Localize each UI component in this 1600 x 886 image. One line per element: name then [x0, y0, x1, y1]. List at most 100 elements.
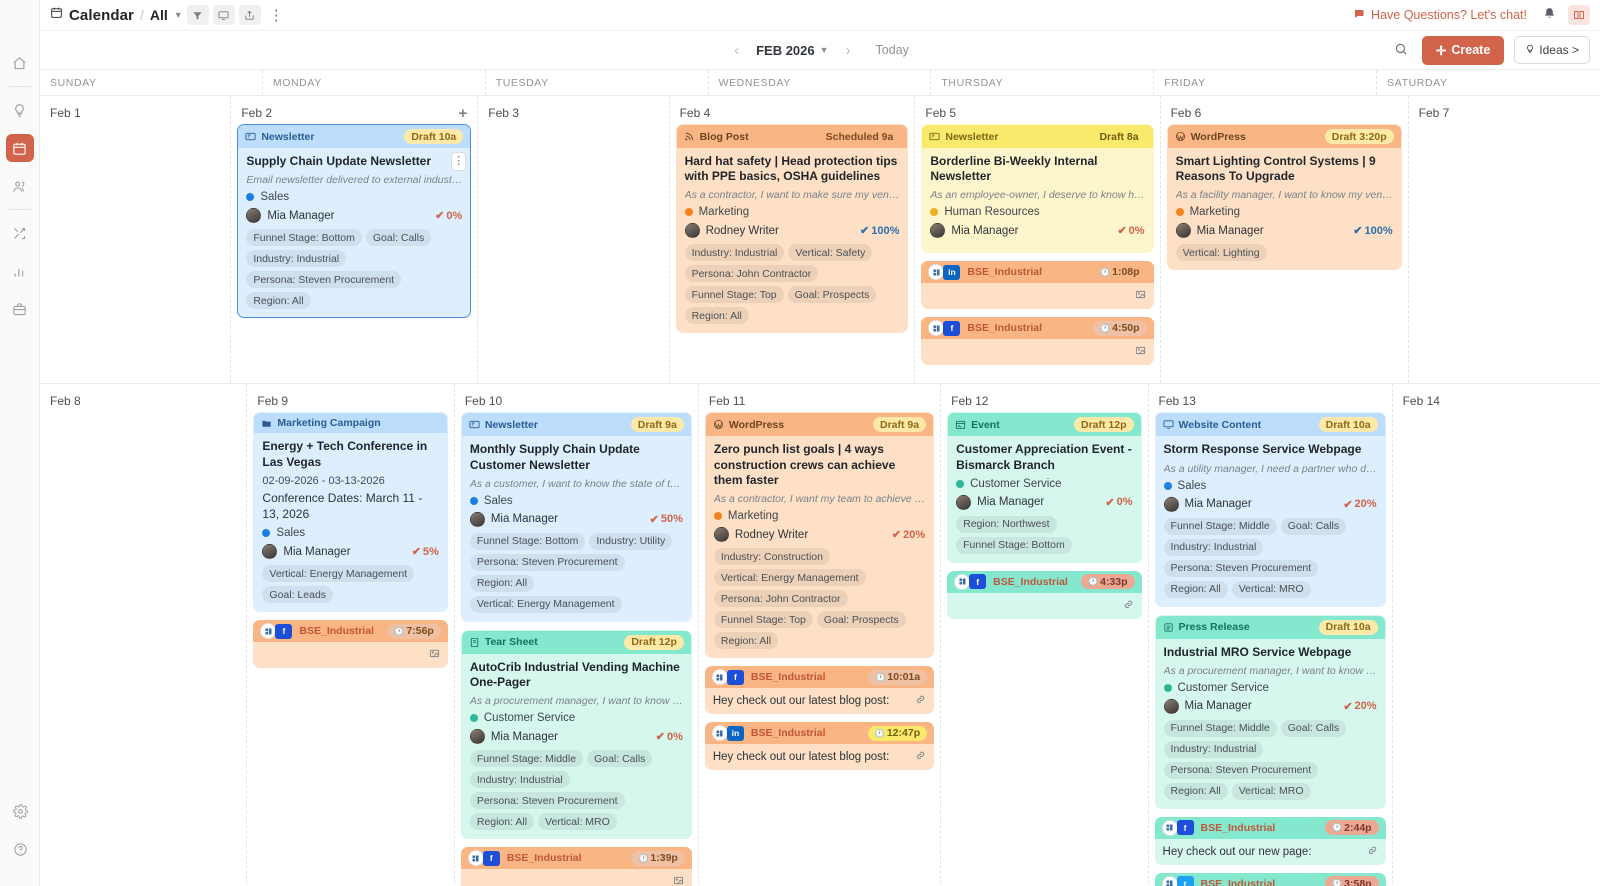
content-card[interactable]: Press ReleaseDraft 10aIndustrial MRO Ser… [1155, 615, 1386, 809]
sidebar-item-people[interactable] [6, 172, 34, 200]
sidebar-item-home[interactable] [6, 49, 34, 77]
more-options-icon[interactable]: ⋮ [269, 6, 284, 24]
help-icon[interactable] [6, 835, 34, 863]
ideas-button[interactable]: Ideas > [1514, 36, 1590, 64]
card-title: Hard hat safety | Head protection tips w… [685, 154, 900, 184]
social-post-card[interactable]: fBSE_Industrial🕐10:01aHey check out our … [705, 666, 934, 714]
content-card[interactable]: Blog PostScheduled 9aHard hat safety | H… [676, 124, 909, 333]
notifications-icon[interactable] [1543, 7, 1556, 23]
guide-book-icon[interactable] [1568, 5, 1590, 25]
social-post-card[interactable]: fBSE_Industrial🕐7:56p [253, 620, 447, 668]
channel-label: Sales [260, 191, 289, 203]
filter-icon[interactable] [187, 5, 209, 25]
social-post-card[interactable]: fBSE_Industrial🕐4:33p [947, 571, 1141, 619]
avatar [956, 495, 971, 510]
breadcrumb-separator: / [140, 7, 144, 23]
content-card[interactable]: Website ContentDraft 10aStorm Response S… [1155, 412, 1386, 606]
assignee-name: Mia Manager [283, 546, 405, 558]
settings-icon[interactable] [6, 797, 34, 825]
social-post-card[interactable]: inBSE_Industrial🕐12:47pHey check out our… [705, 722, 934, 770]
day-name: FRIDAY [1164, 77, 1366, 89]
content-card[interactable]: NewsletterDraft 9aMonthly Supply Chain U… [461, 412, 692, 621]
content-card[interactable]: WordPressDraft 3:20pSmart Lighting Contr… [1167, 124, 1402, 270]
card-header: Press ReleaseDraft 10a [1156, 616, 1385, 639]
tag-list: Funnel Stage: BottomGoal: CallsIndustry:… [246, 229, 462, 309]
day-number: Feb 2 [241, 106, 272, 120]
lightbulb-icon [1525, 43, 1535, 57]
tag: Vertical: Energy Management [714, 569, 866, 586]
today-button[interactable]: Today [876, 43, 909, 57]
social-account: tBSE_Industrial [1162, 876, 1276, 886]
day-name: THURSDAY [941, 77, 1143, 89]
channel-label: Human Resources [944, 206, 1039, 218]
sidebar-item-calendar[interactable] [6, 134, 34, 162]
day-cell[interactable]: Feb 11WordPressDraft 9aZero punch list g… [699, 384, 941, 886]
content-card[interactable]: Tear SheetDraft 12pAutoCrib Industrial V… [461, 630, 692, 839]
day-cell[interactable]: Feb 13Website ContentDraft 10aStorm Resp… [1149, 384, 1393, 886]
sidebar-item-ideas[interactable] [6, 96, 34, 124]
day-cell[interactable]: Feb 8 [40, 384, 247, 886]
chat-link[interactable]: Have Questions? Let's chat! [1353, 8, 1527, 23]
social-post-card[interactable]: inBSE_Industrial🕐1:08p [921, 261, 1153, 309]
content-card[interactable]: WordPressDraft 9aZero punch list goals |… [705, 412, 934, 658]
content-card[interactable]: NewsletterDraft 10aSupply Chain Update N… [237, 124, 471, 318]
day-cell[interactable]: Feb 2 + NewsletterDraft 10aSupply Chain Up… [231, 96, 478, 383]
social-account: fBSE_Industrial [468, 850, 582, 866]
tag: Vertical: MRO [1232, 581, 1311, 598]
social-post-card[interactable]: fBSE_Industrial 🕐1:39p [461, 847, 692, 886]
account-avatar [1162, 876, 1178, 886]
day-cell[interactable]: Feb 5NewsletterDraft 8aBorderline Bi-Wee… [915, 96, 1160, 383]
day-number: Feb 1 [50, 106, 81, 120]
tag: Region: All [470, 813, 534, 830]
social-post-card[interactable]: fBSE_Industrial🕐2:44pHey check out our n… [1155, 817, 1386, 865]
search-icon[interactable] [1390, 40, 1412, 61]
card-more-icon[interactable]: ⋮ [451, 152, 466, 171]
breadcrumb-view[interactable]: All [150, 7, 168, 23]
day-header-thursday: THURSDAY [931, 70, 1154, 95]
day-cell[interactable]: Feb 1 [40, 96, 231, 383]
day-cell[interactable]: Feb 4Blog PostScheduled 9aHard hat safet… [670, 96, 916, 383]
display-icon[interactable] [213, 5, 235, 25]
sidebar-item-briefcase[interactable] [6, 295, 34, 323]
progress-percent: ✔0% [435, 209, 462, 222]
card-header: EventDraft 12p [948, 413, 1140, 436]
content-card[interactable]: NewsletterDraft 8aBorderline Bi-Weekly I… [921, 124, 1153, 253]
day-number-row: Feb 14 [1399, 390, 1594, 412]
day-cell[interactable]: Feb 6 WordPressDraft 3:20pSmart Lighting … [1161, 96, 1409, 383]
clock-icon: 🕐 [875, 673, 885, 682]
status-badge: Scheduled 9a [819, 129, 901, 144]
day-cell[interactable]: Feb 7 [1409, 96, 1600, 383]
card-type: Newsletter [469, 419, 538, 431]
progress-percent: ✔20% [892, 528, 925, 541]
day-cell[interactable]: Feb 12EventDraft 12pCustomer Appreciatio… [941, 384, 1148, 886]
assignee-name: Rodney Writer [706, 225, 854, 237]
chevron-down-icon: ▼ [820, 45, 829, 55]
day-cell[interactable]: Feb 9Marketing CampaignEnergy + Tech Con… [247, 384, 454, 886]
assignee-row: Mia Manager✔0% [956, 495, 1132, 510]
assignee-name: Mia Manager [1197, 225, 1348, 237]
day-cell[interactable]: Feb 10NewsletterDraft 9aMonthly Supply C… [455, 384, 699, 886]
chevron-down-icon[interactable]: ▼ [174, 10, 183, 20]
time-label: 4:33p [1100, 576, 1127, 588]
prev-month-button[interactable]: ‹ [731, 42, 742, 59]
progress-percent: ✔5% [412, 545, 439, 558]
day-cell[interactable]: Feb 3 [478, 96, 669, 383]
card-subtitle: As a customer, I want to know the state … [470, 478, 683, 490]
next-month-button[interactable]: › [843, 42, 854, 59]
sidebar-item-workflow[interactable] [6, 219, 34, 247]
social-post-card[interactable]: fBSE_Industrial🕐4:50p [921, 317, 1153, 365]
add-event-button[interactable]: + [459, 105, 468, 122]
social-post-card[interactable]: tBSE_Industrial🕐3:58pHey check out our n… [1155, 873, 1386, 886]
create-button[interactable]: ✛ Create [1422, 36, 1504, 65]
social-account: inBSE_Industrial [928, 264, 1042, 280]
sidebar-item-analytics[interactable] [6, 257, 34, 285]
day-cell[interactable]: Feb 14 [1393, 384, 1600, 886]
scheduled-time-badge: 🕐1:39p [631, 851, 684, 866]
share-icon[interactable] [239, 5, 261, 25]
content-card[interactable]: Marketing CampaignEnergy + Tech Conferen… [253, 412, 447, 612]
day-number: Feb 6 [1171, 106, 1202, 120]
content-card[interactable]: EventDraft 12pCustomer Appreciation Even… [947, 412, 1141, 562]
month-picker[interactable]: FEB 2026 ▼ [756, 43, 828, 58]
day-header-saturday: SATURDAY [1377, 70, 1600, 95]
assignee-row: Rodney Writer✔100% [685, 223, 900, 238]
